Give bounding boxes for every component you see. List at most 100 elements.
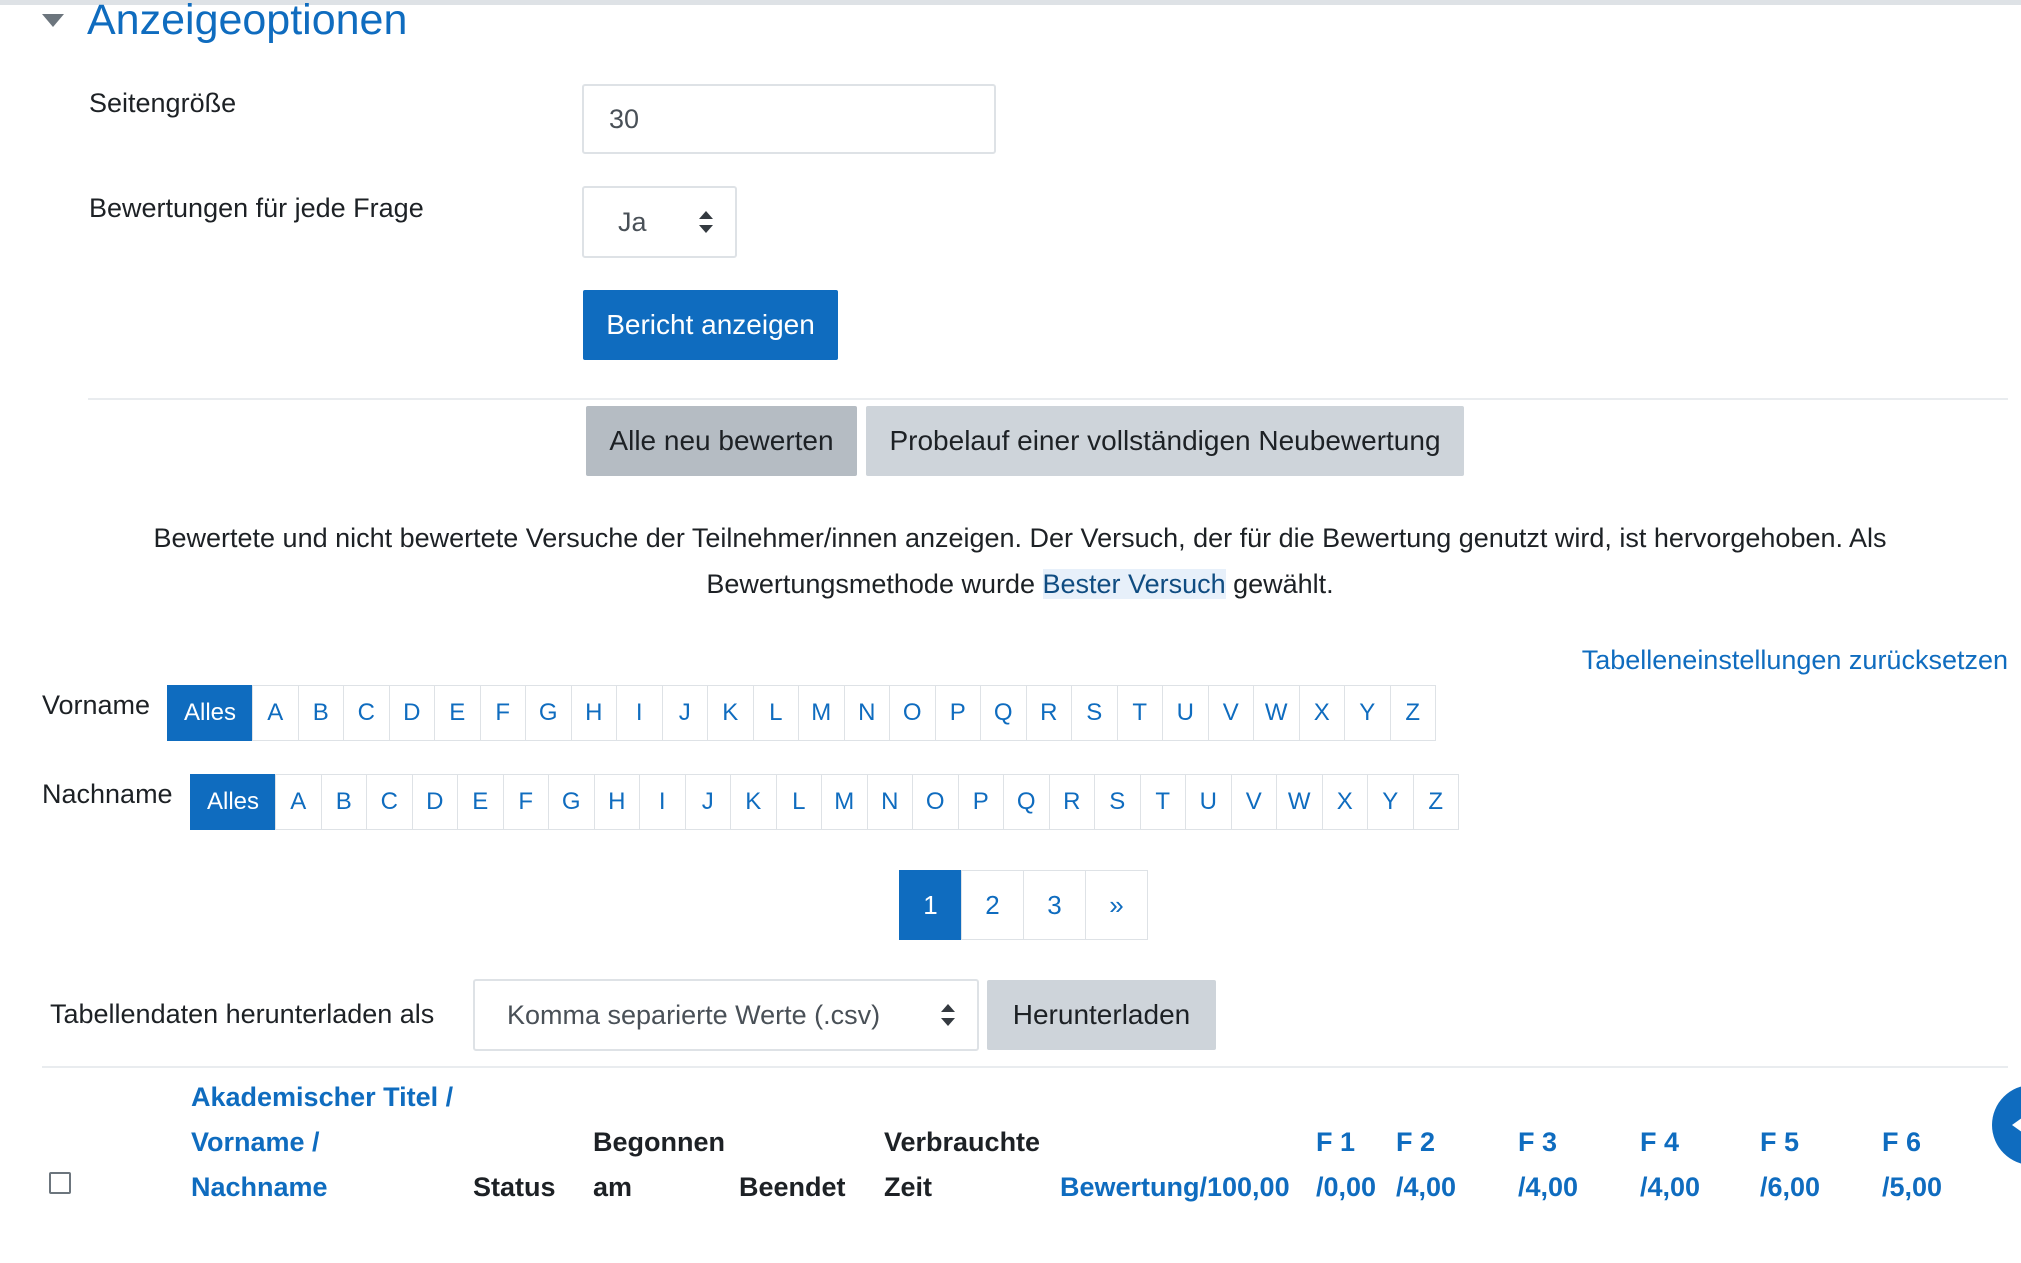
per-question-label: Bewertungen für jede Frage: [89, 193, 424, 223]
page-next-link[interactable]: »: [1085, 870, 1148, 940]
question-label: F 1: [1316, 1127, 1356, 1157]
lastname-initial-w[interactable]: W: [1276, 774, 1323, 830]
lastname-initial-o[interactable]: O: [912, 774, 959, 830]
firstname-initials-label: Vorname: [42, 690, 151, 720]
regrade-all-button[interactable]: Alle neu bewerten: [586, 406, 857, 476]
divider: [88, 398, 2008, 400]
lastname-initial-n[interactable]: N: [866, 774, 913, 830]
lastname-initial-t[interactable]: T: [1139, 774, 1186, 830]
firstname-initial-y[interactable]: Y: [1344, 685, 1391, 741]
col-header-question-5[interactable]: F 5/6,00: [1760, 1120, 1820, 1210]
firstname-initial-t[interactable]: T: [1116, 685, 1163, 741]
col-header-grade[interactable]: Bewertung/100,00: [1060, 1165, 1290, 1210]
lastname-initial-g[interactable]: G: [548, 774, 595, 830]
collapse-caret-icon[interactable]: [42, 13, 64, 27]
col-header-duration[interactable]: Verbrauchte Zeit: [884, 1120, 1040, 1210]
lastname-initial-u[interactable]: U: [1185, 774, 1232, 830]
lastname-initial-l[interactable]: L: [775, 774, 822, 830]
question-max-grade: /4,00: [1640, 1172, 1701, 1202]
firstname-initial-v[interactable]: V: [1207, 685, 1254, 741]
firstname-initial-f[interactable]: F: [479, 685, 526, 741]
section-header-display-options[interactable]: Anzeigeoptionen: [42, 0, 407, 50]
select-updown-icon: [699, 211, 713, 233]
col-header-title[interactable]: Akademischer Titel /: [191, 1075, 453, 1120]
lastname-initial-e[interactable]: E: [457, 774, 504, 830]
per-question-value: Ja: [618, 206, 647, 237]
page-link-3[interactable]: 3: [1023, 870, 1086, 940]
lastname-initial-r[interactable]: R: [1048, 774, 1095, 830]
lastname-initial-j[interactable]: J: [684, 774, 731, 830]
col-header-duration-line1: Verbrauchte: [884, 1127, 1041, 1157]
page-link-2[interactable]: 2: [961, 870, 1024, 940]
lastname-initial-x[interactable]: X: [1321, 774, 1368, 830]
lastname-initial-d[interactable]: D: [411, 774, 458, 830]
lastname-initial-m[interactable]: M: [821, 774, 868, 830]
col-header-finished[interactable]: Beendet: [739, 1165, 846, 1210]
lastname-initial-v[interactable]: V: [1230, 774, 1277, 830]
col-header-question-2[interactable]: F 2/4,00: [1396, 1120, 1456, 1210]
lastname-initial-k[interactable]: K: [730, 774, 777, 830]
question-label: F 5: [1760, 1127, 1800, 1157]
lastname-initial-a[interactable]: A: [275, 774, 322, 830]
col-header-started[interactable]: Begonnen am: [593, 1120, 725, 1210]
firstname-initial-m[interactable]: M: [798, 685, 845, 741]
lastname-initial-i[interactable]: I: [639, 774, 686, 830]
back-arrow-icon[interactable]: [1992, 1085, 2021, 1165]
lastname-initial-z[interactable]: Z: [1412, 774, 1459, 830]
firstname-initial-e[interactable]: E: [434, 685, 481, 741]
firstname-initial-p[interactable]: P: [934, 685, 981, 741]
firstname-initial-l[interactable]: L: [752, 685, 799, 741]
download-button[interactable]: Herunterladen: [987, 980, 1216, 1050]
lastname-initial-all[interactable]: Alles: [190, 774, 276, 830]
page-size-input[interactable]: 30: [582, 84, 996, 154]
lastname-initial-s[interactable]: S: [1094, 774, 1141, 830]
lastname-initial-h[interactable]: H: [593, 774, 640, 830]
lastname-initial-y[interactable]: Y: [1367, 774, 1414, 830]
firstname-initial-z[interactable]: Z: [1389, 685, 1436, 741]
firstname-initial-h[interactable]: H: [570, 685, 617, 741]
firstname-initial-b[interactable]: B: [297, 685, 344, 741]
firstname-initial-i[interactable]: I: [616, 685, 663, 741]
firstname-initial-c[interactable]: C: [343, 685, 390, 741]
firstname-initial-g[interactable]: G: [525, 685, 572, 741]
col-header-question-3[interactable]: F 3/4,00: [1518, 1120, 1578, 1210]
section-title: Anzeigeoptionen: [87, 0, 408, 44]
col-header-firstname[interactable]: Vorname /: [191, 1120, 453, 1165]
lastname-initials-bar: Alles A B C D E F G H I J K L M N O P Q R S T U V W X Y Z: [190, 774, 1459, 830]
page-link-1[interactable]: 1: [899, 870, 962, 940]
lastname-initial-b[interactable]: B: [320, 774, 367, 830]
firstname-initial-r[interactable]: R: [1025, 685, 1072, 741]
firstname-initial-w[interactable]: W: [1253, 685, 1300, 741]
firstname-initial-o[interactable]: O: [889, 685, 936, 741]
firstname-initial-k[interactable]: K: [707, 685, 754, 741]
lastname-initial-q[interactable]: Q: [1003, 774, 1050, 830]
dry-run-regrade-button[interactable]: Probelauf einer vollständigen Neubewertu…: [866, 406, 1464, 476]
select-all-checkbox[interactable]: [49, 1172, 71, 1194]
firstname-initials-bar: Alles A B C D E F G H I J K L M N O P Q R S T U V W X Y Z: [167, 685, 1436, 741]
firstname-initial-n[interactable]: N: [843, 685, 890, 741]
col-header-name[interactable]: Akademischer Titel / Vorname / Nachname: [191, 1075, 453, 1210]
lastname-initial-p[interactable]: P: [957, 774, 1004, 830]
firstname-initial-a[interactable]: A: [252, 685, 299, 741]
question-max-grade: /6,00: [1760, 1172, 1821, 1202]
per-question-select[interactable]: Ja: [582, 186, 737, 258]
show-report-button[interactable]: Bericht anzeigen: [583, 290, 838, 360]
lastname-initial-c[interactable]: C: [366, 774, 413, 830]
download-format-select[interactable]: Komma separierte Werte (.csv): [473, 979, 979, 1051]
firstname-initial-s[interactable]: S: [1071, 685, 1118, 741]
firstname-initial-d[interactable]: D: [388, 685, 435, 741]
firstname-initial-all[interactable]: Alles: [167, 685, 253, 741]
lastname-initials-label: Nachname: [42, 779, 173, 809]
firstname-initial-x[interactable]: X: [1298, 685, 1345, 741]
firstname-initial-u[interactable]: U: [1162, 685, 1209, 741]
reset-table-preferences-link[interactable]: Tabelleneinstellungen zurücksetzen: [1582, 645, 2008, 676]
firstname-initial-q[interactable]: Q: [980, 685, 1027, 741]
col-header-lastname[interactable]: Nachname: [191, 1165, 453, 1210]
question-label: F 6: [1882, 1127, 1922, 1157]
lastname-initial-f[interactable]: F: [502, 774, 549, 830]
col-header-question-1[interactable]: F 1/0,00: [1316, 1120, 1376, 1210]
question-max-grade: /4,00: [1518, 1172, 1579, 1202]
firstname-initial-j[interactable]: J: [661, 685, 708, 741]
col-header-question-6[interactable]: F 6/5,00: [1882, 1120, 1942, 1210]
col-header-question-4[interactable]: F 4/4,00: [1640, 1120, 1700, 1210]
